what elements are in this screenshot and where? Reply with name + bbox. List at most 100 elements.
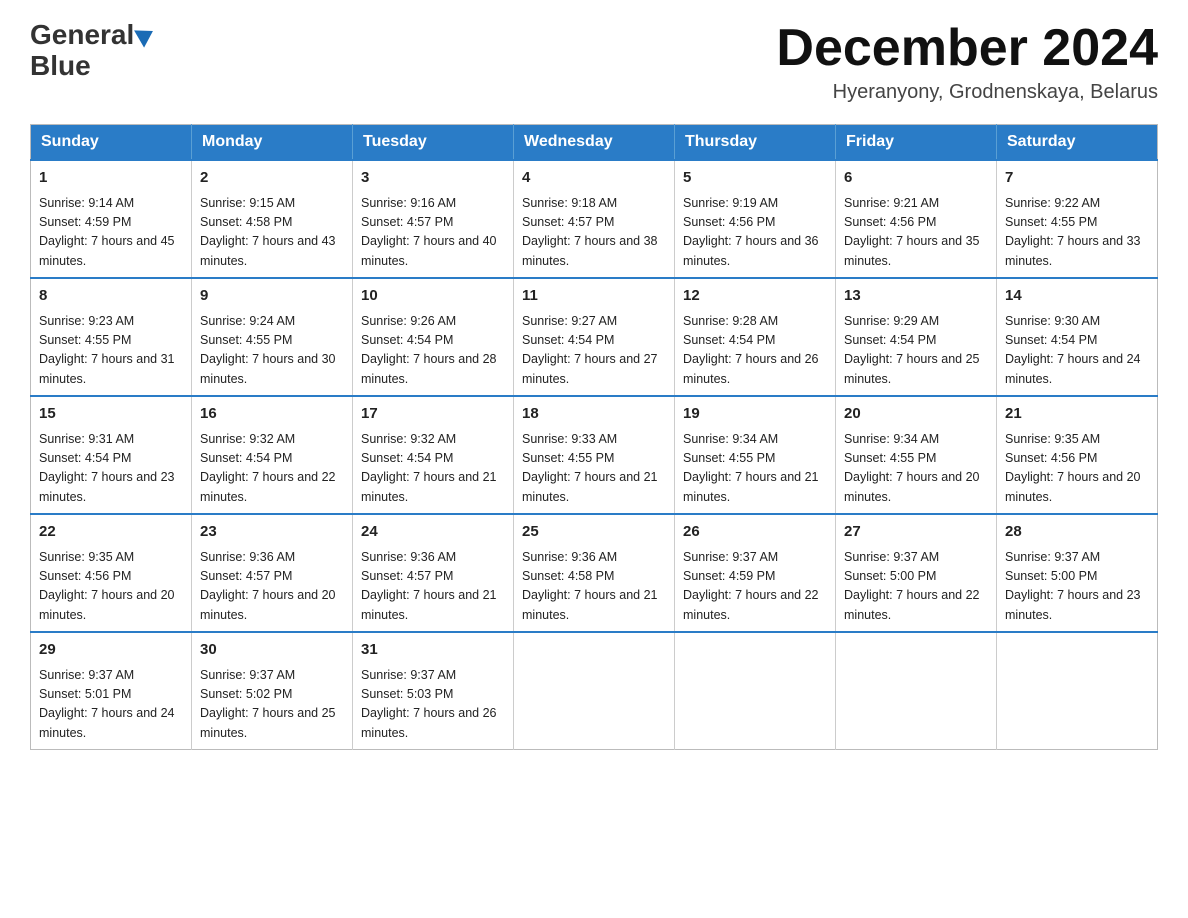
day-number: 30 bbox=[200, 639, 344, 662]
day-info: Sunrise: 9:33 AMSunset: 4:55 PMDaylight:… bbox=[522, 430, 666, 508]
calendar-cell: 28 Sunrise: 9:37 AMSunset: 5:00 PMDayligh… bbox=[997, 514, 1158, 632]
calendar-week-row: 15 Sunrise: 9:31 AMSunset: 4:54 PMDayligh… bbox=[31, 396, 1158, 514]
calendar-cell bbox=[675, 632, 836, 750]
calendar-header-tuesday: Tuesday bbox=[353, 125, 514, 161]
calendar-header-wednesday: Wednesday bbox=[514, 125, 675, 161]
calendar-cell bbox=[514, 632, 675, 750]
calendar-cell: 1 Sunrise: 9:14 AMSunset: 4:59 PMDaylight… bbox=[31, 160, 192, 278]
day-info: Sunrise: 9:21 AMSunset: 4:56 PMDaylight:… bbox=[844, 194, 988, 272]
day-info: Sunrise: 9:19 AMSunset: 4:56 PMDaylight:… bbox=[683, 194, 827, 272]
day-number: 26 bbox=[683, 521, 827, 544]
day-info: Sunrise: 9:37 AMSunset: 5:02 PMDaylight:… bbox=[200, 666, 344, 744]
calendar-header-friday: Friday bbox=[836, 125, 997, 161]
day-info: Sunrise: 9:32 AMSunset: 4:54 PMDaylight:… bbox=[361, 430, 505, 508]
calendar-cell: 10Sunrise: 9:26 AMSunset: 4:54 PMDayligh… bbox=[353, 278, 514, 396]
logo: General Blue bbox=[30, 20, 154, 82]
day-number: 25 bbox=[522, 521, 666, 544]
day-number: 21 bbox=[1005, 403, 1149, 426]
day-info: Sunrise: 9:24 AMSunset: 4:55 PMDaylight:… bbox=[200, 312, 344, 390]
calendar-week-row: 29 Sunrise: 9:37 AMSunset: 5:01 PMDayligh… bbox=[31, 632, 1158, 750]
day-number: 28 bbox=[1005, 521, 1149, 544]
day-info: Sunrise: 9:34 AMSunset: 4:55 PMDaylight:… bbox=[844, 430, 988, 508]
calendar-week-row: 22 Sunrise: 9:35 AMSunset: 4:56 PMDayligh… bbox=[31, 514, 1158, 632]
calendar-cell: 3 Sunrise: 9:16 AMSunset: 4:57 PMDaylight… bbox=[353, 160, 514, 278]
logo-blue: Blue bbox=[30, 51, 91, 82]
calendar-cell: 22 Sunrise: 9:35 AMSunset: 4:56 PMDayligh… bbox=[31, 514, 192, 632]
day-info: Sunrise: 9:30 AMSunset: 4:54 PMDaylight:… bbox=[1005, 312, 1149, 390]
day-info: Sunrise: 9:15 AMSunset: 4:58 PMDaylight:… bbox=[200, 194, 344, 272]
day-number: 14 bbox=[1005, 285, 1149, 308]
day-info: Sunrise: 9:37 AMSunset: 5:03 PMDaylight:… bbox=[361, 666, 505, 744]
calendar-cell: 18 Sunrise: 9:33 AMSunset: 4:55 PMDayligh… bbox=[514, 396, 675, 514]
day-info: Sunrise: 9:22 AMSunset: 4:55 PMDaylight:… bbox=[1005, 194, 1149, 272]
calendar-table: SundayMondayTuesdayWednesdayThursdayFrid… bbox=[30, 124, 1158, 750]
calendar-header-row: SundayMondayTuesdayWednesdayThursdayFrid… bbox=[31, 125, 1158, 161]
day-number: 31 bbox=[361, 639, 505, 662]
day-number: 12 bbox=[683, 285, 827, 308]
calendar-cell: 25 Sunrise: 9:36 AMSunset: 4:58 PMDayligh… bbox=[514, 514, 675, 632]
calendar-header-sunday: Sunday bbox=[31, 125, 192, 161]
calendar-cell: 31 Sunrise: 9:37 AMSunset: 5:03 PMDayligh… bbox=[353, 632, 514, 750]
day-info: Sunrise: 9:27 AMSunset: 4:54 PMDaylight:… bbox=[522, 312, 666, 390]
calendar-cell: 4Sunrise: 9:18 AMSunset: 4:57 PMDaylight… bbox=[514, 160, 675, 278]
calendar-cell: 17 Sunrise: 9:32 AMSunset: 4:54 PMDayligh… bbox=[353, 396, 514, 514]
day-number: 19 bbox=[683, 403, 827, 426]
day-info: Sunrise: 9:28 AMSunset: 4:54 PMDaylight:… bbox=[683, 312, 827, 390]
calendar-cell: 12 Sunrise: 9:28 AMSunset: 4:54 PMDayligh… bbox=[675, 278, 836, 396]
day-info: Sunrise: 9:26 AMSunset: 4:54 PMDaylight:… bbox=[361, 312, 505, 390]
calendar-cell: 5 Sunrise: 9:19 AMSunset: 4:56 PMDaylight… bbox=[675, 160, 836, 278]
calendar-week-row: 1 Sunrise: 9:14 AMSunset: 4:59 PMDaylight… bbox=[31, 160, 1158, 278]
day-number: 20 bbox=[844, 403, 988, 426]
calendar-cell: 20 Sunrise: 9:34 AMSunset: 4:55 PMDayligh… bbox=[836, 396, 997, 514]
day-info: Sunrise: 9:32 AMSunset: 4:54 PMDaylight:… bbox=[200, 430, 344, 508]
calendar-cell: 14 Sunrise: 9:30 AMSunset: 4:54 PMDayligh… bbox=[997, 278, 1158, 396]
calendar-cell: 24Sunrise: 9:36 AMSunset: 4:57 PMDayligh… bbox=[353, 514, 514, 632]
day-info: Sunrise: 9:37 AMSunset: 5:01 PMDaylight:… bbox=[39, 666, 183, 744]
day-info: Sunrise: 9:29 AMSunset: 4:54 PMDaylight:… bbox=[844, 312, 988, 390]
day-number: 23 bbox=[200, 521, 344, 544]
calendar-cell: 11 Sunrise: 9:27 AMSunset: 4:54 PMDayligh… bbox=[514, 278, 675, 396]
day-number: 4 bbox=[522, 167, 666, 190]
day-number: 7 bbox=[1005, 167, 1149, 190]
calendar-cell: 2Sunrise: 9:15 AMSunset: 4:58 PMDaylight… bbox=[192, 160, 353, 278]
day-number: 24 bbox=[361, 521, 505, 544]
day-number: 1 bbox=[39, 167, 183, 190]
calendar-cell bbox=[997, 632, 1158, 750]
day-info: Sunrise: 9:16 AMSunset: 4:57 PMDaylight:… bbox=[361, 194, 505, 272]
calendar-week-row: 8Sunrise: 9:23 AMSunset: 4:55 PMDaylight… bbox=[31, 278, 1158, 396]
day-number: 15 bbox=[39, 403, 183, 426]
calendar-cell: 29 Sunrise: 9:37 AMSunset: 5:01 PMDayligh… bbox=[31, 632, 192, 750]
calendar-cell: 21Sunrise: 9:35 AMSunset: 4:56 PMDayligh… bbox=[997, 396, 1158, 514]
calendar-cell: 8Sunrise: 9:23 AMSunset: 4:55 PMDaylight… bbox=[31, 278, 192, 396]
day-info: Sunrise: 9:37 AMSunset: 5:00 PMDaylight:… bbox=[1005, 548, 1149, 626]
calendar-header-monday: Monday bbox=[192, 125, 353, 161]
day-number: 29 bbox=[39, 639, 183, 662]
day-info: Sunrise: 9:37 AMSunset: 4:59 PMDaylight:… bbox=[683, 548, 827, 626]
day-number: 6 bbox=[844, 167, 988, 190]
day-info: Sunrise: 9:37 AMSunset: 5:00 PMDaylight:… bbox=[844, 548, 988, 626]
calendar-cell: 30 Sunrise: 9:37 AMSunset: 5:02 PMDayligh… bbox=[192, 632, 353, 750]
calendar-header-saturday: Saturday bbox=[997, 125, 1158, 161]
calendar-cell: 27 Sunrise: 9:37 AMSunset: 5:00 PMDayligh… bbox=[836, 514, 997, 632]
day-number: 22 bbox=[39, 521, 183, 544]
day-info: Sunrise: 9:31 AMSunset: 4:54 PMDaylight:… bbox=[39, 430, 183, 508]
logo-general: General bbox=[30, 20, 134, 51]
day-info: Sunrise: 9:14 AMSunset: 4:59 PMDaylight:… bbox=[39, 194, 183, 272]
day-info: Sunrise: 9:35 AMSunset: 4:56 PMDaylight:… bbox=[39, 548, 183, 626]
day-number: 9 bbox=[200, 285, 344, 308]
page-header: General Blue December 2024 Hyeranyony, G… bbox=[30, 20, 1158, 104]
day-number: 17 bbox=[361, 403, 505, 426]
title-block: December 2024 Hyeranyony, Grodnenskaya, … bbox=[776, 20, 1158, 104]
day-number: 5 bbox=[683, 167, 827, 190]
day-number: 3 bbox=[361, 167, 505, 190]
calendar-cell: 26 Sunrise: 9:37 AMSunset: 4:59 PMDayligh… bbox=[675, 514, 836, 632]
calendar-cell bbox=[836, 632, 997, 750]
day-info: Sunrise: 9:36 AMSunset: 4:58 PMDaylight:… bbox=[522, 548, 666, 626]
day-number: 18 bbox=[522, 403, 666, 426]
calendar-cell: 13Sunrise: 9:29 AMSunset: 4:54 PMDayligh… bbox=[836, 278, 997, 396]
calendar-header-thursday: Thursday bbox=[675, 125, 836, 161]
calendar-cell: 9 Sunrise: 9:24 AMSunset: 4:55 PMDaylight… bbox=[192, 278, 353, 396]
day-info: Sunrise: 9:34 AMSunset: 4:55 PMDaylight:… bbox=[683, 430, 827, 508]
day-number: 11 bbox=[522, 285, 666, 308]
day-number: 27 bbox=[844, 521, 988, 544]
